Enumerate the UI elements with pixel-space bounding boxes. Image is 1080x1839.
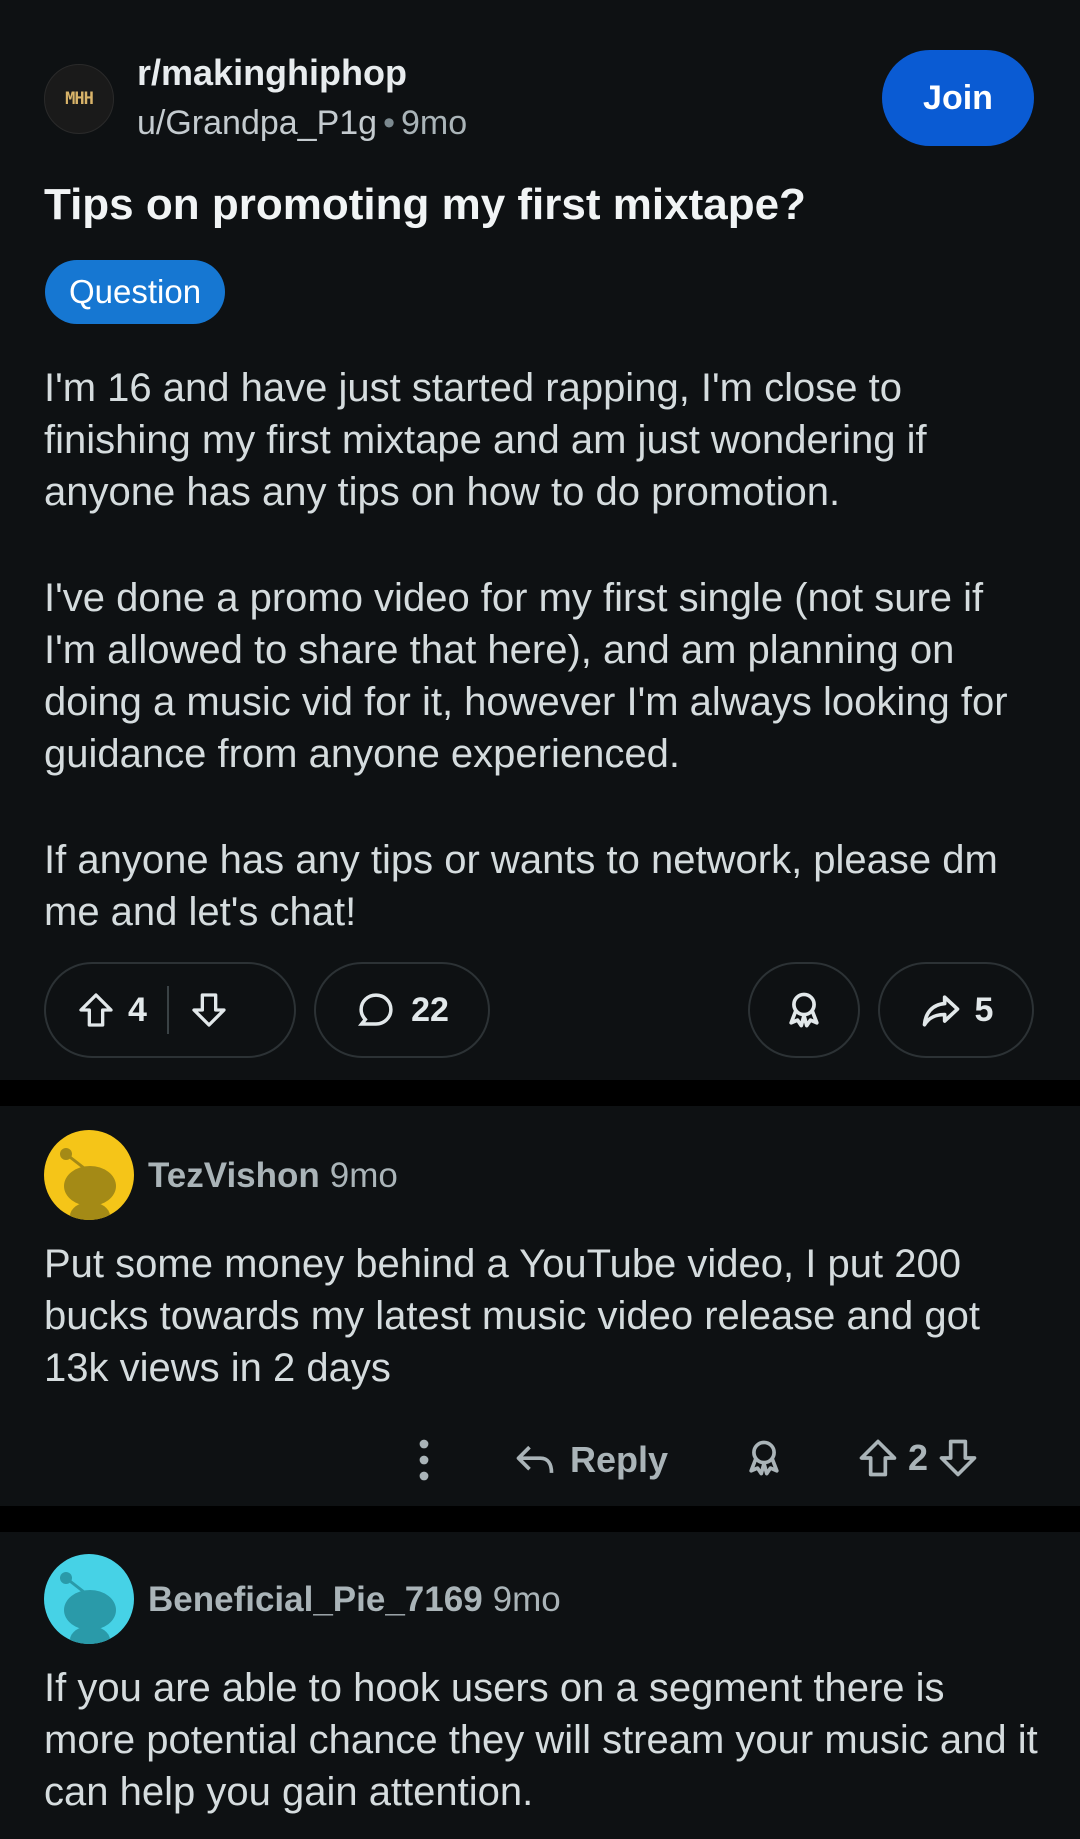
post-body: I'm 16 and have just started rapping, I'… [44, 362, 1044, 992]
share-count: 5 [974, 990, 994, 1029]
vote-bar: 4 [44, 962, 296, 1058]
reply-icon [516, 1445, 554, 1473]
avatar[interactable] [44, 1130, 134, 1220]
downvote-icon[interactable] [189, 990, 229, 1030]
award-icon [782, 988, 826, 1032]
subreddit-name[interactable]: r/makinghiphop [137, 52, 407, 94]
join-button[interactable]: Join [882, 50, 1034, 146]
more-options-icon[interactable] [404, 1438, 444, 1482]
comment-username[interactable]: TezVishon [148, 1156, 320, 1195]
subreddit-avatar-text: MHH [65, 89, 94, 109]
reply-button[interactable]: Reply [512, 1438, 668, 1482]
post-paragraph: If anyone has any tips or wants to netwo… [44, 838, 998, 934]
section-divider [0, 1506, 1080, 1532]
comment-icon [355, 989, 397, 1031]
vote-divider [166, 986, 169, 1034]
upvote-icon[interactable] [76, 990, 116, 1030]
comment-2: Beneficial_Pie_7169 9mo If you are able t… [0, 1532, 1080, 1839]
reply-label: Reply [570, 1439, 669, 1480]
snoo-avatar-icon [60, 1572, 116, 1644]
vote-count: 4 [128, 990, 147, 1029]
award-button[interactable] [748, 962, 860, 1058]
subreddit-avatar[interactable]: MHH [44, 64, 114, 134]
comment-actions: Reply 2 [0, 1420, 1080, 1500]
downvote-icon[interactable] [936, 1436, 980, 1480]
comment-age: 9mo [492, 1580, 561, 1619]
comment-award-icon[interactable] [742, 1436, 786, 1480]
comment-author[interactable]: TezVishon 9mo [148, 1156, 398, 1196]
comment-vote-count: 2 [908, 1437, 929, 1478]
post-paragraph: I've done a promo video for my first sin… [44, 576, 1008, 776]
flair-badge[interactable]: Question [45, 260, 226, 324]
comment-vote-bar: 2 [856, 1436, 980, 1480]
post-title: Tips on promoting my first mixtape? [44, 180, 806, 229]
comment-1: TezVishon 9mo Put some money behind a You… [0, 1106, 1080, 1506]
post-meta: u/Grandpa_P1g • 9mo [137, 104, 467, 143]
upvote-icon[interactable] [856, 1436, 900, 1480]
post: MHH r/makinghiphop u/Grandpa_P1g • 9mo Joi… [0, 0, 1080, 1080]
share-button[interactable]: 5 [878, 962, 1034, 1058]
avatar[interactable] [44, 1554, 134, 1644]
comment-author[interactable]: Beneficial_Pie_7169 9mo [148, 1580, 561, 1620]
comment-text: If you are able to hook users on a segme… [44, 1666, 1038, 1814]
share-icon [919, 988, 963, 1032]
snoo-avatar-icon [60, 1148, 116, 1220]
comment-text: Put some money behind a YouTube video, I… [44, 1242, 980, 1390]
meta-separator: • [383, 104, 395, 142]
comments-button[interactable]: 22 [314, 962, 490, 1058]
comment-age: 9mo [329, 1156, 398, 1195]
post-age: 9mo [400, 104, 468, 142]
post-paragraph: I'm 16 and have just started rapping, I'… [44, 366, 927, 514]
section-divider [0, 1080, 1080, 1106]
author-link[interactable]: u/Grandpa_P1g [137, 104, 377, 142]
comment-username[interactable]: Beneficial_Pie_7169 [148, 1580, 483, 1619]
comment-count: 22 [411, 990, 449, 1029]
